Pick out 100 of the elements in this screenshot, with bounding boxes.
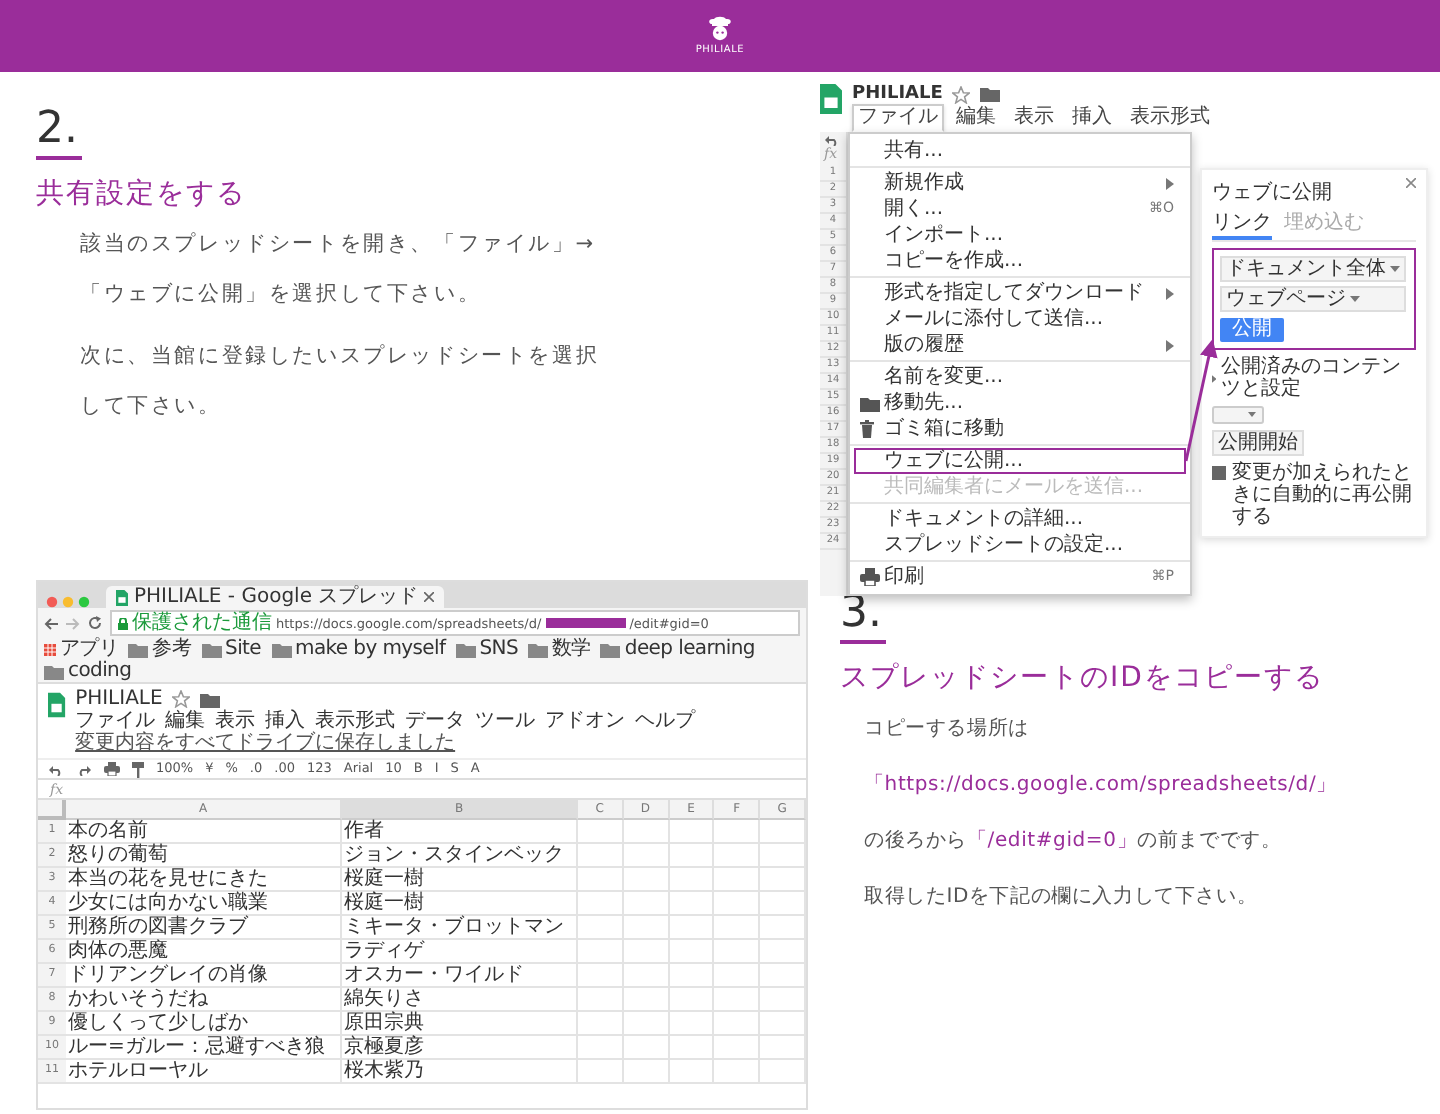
menu-item[interactable]: 編集 [950, 104, 1002, 132]
bookmark-link[interactable]: SNS [455, 638, 518, 660]
table-cell: 作者 [342, 820, 578, 844]
table-cell: 桜庭一樹 [342, 892, 578, 916]
menu-item[interactable]: ウェブに公開... [854, 448, 1186, 474]
menu-item[interactable]: ヘルプ [635, 710, 696, 732]
folder-icon [860, 395, 880, 411]
dialog-tab[interactable]: リンク [1212, 212, 1272, 240]
table-cell: 綿矢りさ [342, 988, 578, 1012]
menu-item[interactable]: 表示形式 [315, 710, 396, 732]
menu-item[interactable]: ツール [475, 710, 536, 732]
folder-icon [980, 86, 1001, 102]
menu-item[interactable]: アドオン [545, 710, 626, 732]
table-cell: 原田宗典 [342, 1012, 578, 1036]
table-cell [669, 844, 715, 868]
redo-icon[interactable] [76, 763, 92, 775]
apps-grid-icon [44, 643, 56, 655]
reload-icon[interactable] [88, 616, 102, 630]
menu-item[interactable]: ファイル [75, 710, 156, 732]
menu-item[interactable]: 移動先... [854, 390, 1186, 416]
browser-tab[interactable]: PHILIALE - Google スプレッド [106, 586, 445, 608]
bookmark-link[interactable]: Site [201, 638, 262, 660]
menu-item[interactable]: 表示 [215, 710, 256, 732]
instruction-text: コピーする場所は [864, 715, 1031, 744]
table-cell [669, 820, 715, 844]
bookmark-link[interactable]: deep learning [600, 638, 755, 660]
step-number: 2. [36, 104, 82, 160]
table-cell [578, 868, 624, 892]
dropdown-select[interactable]: ドキュメント全体 [1220, 256, 1406, 282]
dropdown-select[interactable]: ウェブページ [1220, 286, 1406, 312]
close-icon[interactable] [1406, 178, 1416, 188]
instruction-text: 「https://docs.google.com/spreadsheets/d/」 [864, 771, 1339, 800]
menu-item[interactable]: コピーを作成... [854, 248, 1186, 274]
menu-item[interactable]: インポート... [854, 222, 1186, 248]
window-controls-icon [46, 596, 90, 608]
table-cell [578, 892, 624, 916]
star-icon [172, 690, 191, 708]
menu-item[interactable]: 挿入 [265, 710, 306, 732]
undo-icon[interactable] [824, 134, 840, 146]
menu-item[interactable]: 名前を変更... [854, 364, 1186, 390]
menu-item[interactable]: ゴミ箱に移動 [854, 416, 1186, 442]
menu-item[interactable]: 新規作成 [854, 170, 1186, 196]
undo-icon[interactable] [48, 763, 64, 775]
menu-item[interactable]: 共有... [854, 138, 1186, 164]
table-cell [669, 1012, 715, 1036]
spreadsheet-logo-icon [48, 688, 66, 722]
table-cell [623, 1036, 670, 1060]
table-cell [578, 988, 624, 1012]
table-cell [669, 988, 715, 1012]
menu-item[interactable]: 形式を指定してダウンロード [854, 280, 1186, 306]
start-publishing-button[interactable]: 公開開始 [1212, 430, 1304, 456]
paint-format-icon[interactable] [132, 761, 144, 777]
section-toggle[interactable]: 公開済みのコンテンツと設定 [1212, 356, 1416, 400]
menu-item[interactable]: スプレッドシートの設定... [854, 532, 1186, 558]
menu-item[interactable]: 表示 [1008, 104, 1060, 132]
table-cell: オスカー・ワイルド [342, 964, 578, 988]
menu-item[interactable]: ドキュメントの詳細... [854, 506, 1186, 532]
table-cell: 桜庭一樹 [342, 868, 578, 892]
table-cell [623, 820, 670, 844]
bookmark-link[interactable]: アプリ [44, 638, 119, 660]
step-heading: 共有設定をする [36, 176, 248, 212]
table-cell [714, 892, 761, 916]
table-cell [669, 892, 715, 916]
close-icon[interactable] [424, 592, 435, 602]
table-cell [714, 1012, 761, 1036]
caret-icon [1390, 266, 1400, 272]
table-cell [623, 892, 670, 916]
publish-button[interactable]: 公開 [1220, 318, 1284, 342]
menu-item[interactable]: 表示形式 [1124, 104, 1216, 132]
table-cell [623, 964, 670, 988]
table-cell [714, 940, 761, 964]
menu-item[interactable]: メールに添付して送信... [854, 306, 1186, 332]
instruction-text: 次に、当館に登録したいスプレッドシートを選択して下さい。 [80, 342, 602, 422]
table-cell [623, 988, 670, 1012]
save-status-link[interactable]: 変更内容をすべてドライブに保存しました [75, 732, 456, 754]
bookmark-link[interactable]: make by myself [271, 638, 446, 660]
bookmark-link[interactable]: coding [44, 660, 132, 682]
star-icon [952, 85, 971, 103]
menu-item[interactable]: 版の履歴 [854, 332, 1186, 358]
printer-icon[interactable] [104, 762, 120, 776]
back-arrow-icon[interactable] [44, 617, 58, 629]
table-cell: 桜木紫乃 [342, 1060, 578, 1084]
spreadsheet-logo-icon [820, 84, 842, 114]
bookmark-link[interactable]: 参考 [128, 638, 192, 660]
menu-item[interactable]: データ [405, 710, 466, 732]
bookmark-link[interactable]: 数学 [528, 638, 591, 660]
menu-item[interactable]: 編集 [165, 710, 206, 732]
instruction-text: 取得したIDを下記の欄に入力して下さい。 [864, 883, 1260, 912]
dialog-title: ウェブに公開 [1212, 179, 1332, 206]
menu-item[interactable]: 挿入 [1066, 104, 1118, 132]
table-cell [714, 964, 761, 988]
menu-item[interactable]: ファイル [852, 104, 944, 132]
table-cell [669, 916, 715, 940]
table-cell: ドリアングレイの肖像 [66, 964, 342, 988]
table-cell [623, 940, 670, 964]
tab-title: PHILIALE - Google スプレッド [134, 586, 419, 608]
table-cell [578, 964, 624, 988]
checkbox[interactable] [1212, 466, 1226, 480]
document-title: PHILIALE [75, 688, 163, 710]
caret-icon [1350, 296, 1360, 302]
